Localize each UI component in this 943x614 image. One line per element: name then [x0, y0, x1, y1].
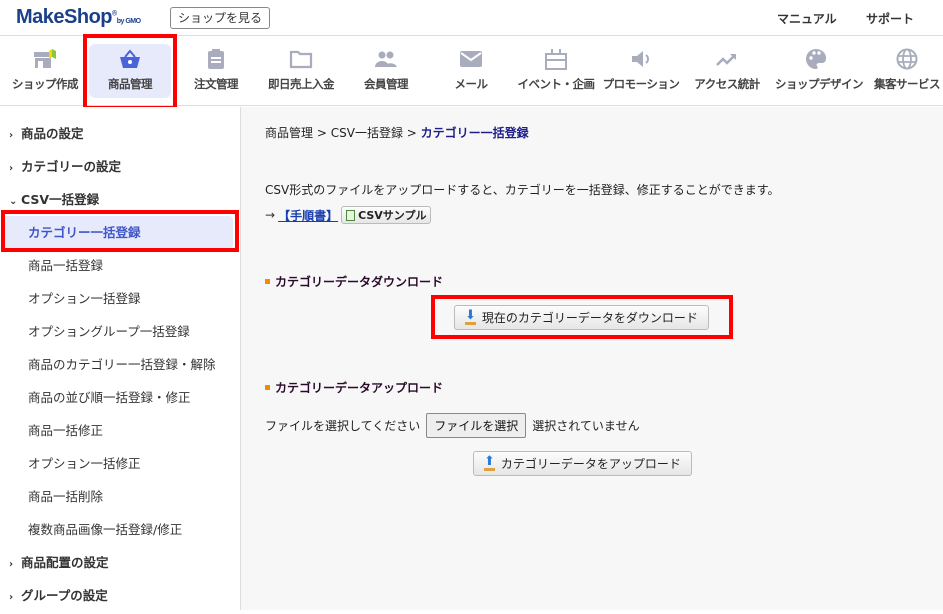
sidebar-item[interactable]: オプショングループ一括登録	[0, 315, 241, 348]
manual-link[interactable]: 【手順書】	[278, 207, 338, 224]
nav-item[interactable]: 集客サービス	[866, 44, 943, 98]
mail-icon	[430, 44, 512, 70]
csv-sample-label: CSVサンプル	[358, 209, 427, 222]
nav-item-label: メール	[454, 77, 489, 91]
sidebar-item[interactable]: › 商品配置の設定	[0, 546, 241, 579]
breadcrumb: 商品管理 > CSV一括登録 > カテゴリー一括登録	[265, 124, 529, 141]
makeshop-logo[interactable]: MakeShop®by GMO	[16, 6, 141, 29]
nav-item[interactable]: 会員管理	[345, 44, 427, 98]
bullet-icon	[265, 385, 270, 390]
sidebar-item[interactable]: 商品一括登録	[0, 249, 241, 282]
folder-icon	[260, 44, 342, 70]
nav-item[interactable]: プロモーション	[600, 44, 682, 98]
file-select-button[interactable]: ファイルを選択	[426, 413, 527, 438]
sidebar-item-label: 商品一括修正	[28, 423, 104, 438]
sidebar-item-label: 商品の並び順一括登録・修正	[28, 390, 191, 405]
sidebar-item-label: 商品一括削除	[28, 489, 104, 504]
view-shop-button[interactable]: ショップを見る	[170, 7, 271, 29]
sidebar-item-label: カテゴリーの設定	[21, 159, 122, 174]
sidebar-item[interactable]: 商品一括修正	[0, 414, 241, 447]
speaker-icon	[600, 44, 682, 70]
chevron-right-icon: ›	[9, 592, 14, 603]
clipboard-icon	[175, 44, 257, 70]
upload-section-title: カテゴリーデータアップロード	[265, 379, 443, 396]
sidebar-item-label: 複数商品画像一括登録/修正	[28, 522, 183, 537]
main-content: 商品管理 > CSV一括登録 > カテゴリー一括登録 CSV形式のファイルをアッ…	[241, 107, 943, 610]
upload-icon: ⬆	[484, 454, 495, 471]
nav-item[interactable]: メール	[430, 44, 512, 98]
nav-item-label: 即日売上入金	[268, 77, 335, 91]
file-status: 選択されていません	[532, 419, 640, 433]
nav-item-label: プロモーション	[602, 77, 680, 91]
gift-icon	[515, 44, 597, 70]
sidebar-item[interactable]: オプション一括登録	[0, 282, 241, 315]
nav-item-label: ショップ作成	[12, 77, 79, 91]
breadcrumb-sep: >	[406, 126, 417, 140]
bullet-icon	[265, 279, 270, 284]
download-section-title: カテゴリーデータダウンロード	[265, 273, 443, 290]
sidebar-item[interactable]: オプション一括修正	[0, 447, 241, 480]
nav-item-label: 集客サービス	[874, 77, 941, 91]
chevron-right-icon: ›	[9, 163, 14, 174]
nav-item[interactable]: 即日売上入金	[260, 44, 342, 98]
sidebar-item[interactable]: 商品一括削除	[0, 480, 241, 513]
sidebar-item[interactable]: 商品の並び順一括登録・修正	[0, 381, 241, 414]
globe-icon	[866, 44, 943, 70]
sidebar-item-label: 商品の設定	[21, 126, 84, 141]
manual-link[interactable]: マニュアル	[777, 10, 837, 27]
trend-icon	[686, 44, 768, 70]
sidebar-item[interactable]: 複数商品画像一括登録/修正	[0, 513, 241, 546]
upload-button-label: カテゴリーデータをアップロード	[500, 457, 681, 471]
sidebar-item-label: オプション一括登録	[28, 291, 141, 306]
breadcrumb-current: カテゴリー一括登録	[420, 126, 529, 140]
nav-item[interactable]: ショップデザイン	[775, 44, 864, 98]
breadcrumb-item[interactable]: CSV一括登録	[331, 126, 403, 140]
sidebar-item[interactable]: 商品のカテゴリー一括登録・解除	[0, 348, 241, 381]
sidebar-item-label: オプショングループ一括登録	[28, 324, 190, 339]
nav-item[interactable]: アクセス統計	[686, 44, 768, 98]
csv-sample-button[interactable]: CSVサンプル	[341, 206, 432, 224]
people-icon	[345, 44, 427, 70]
sidebar-item-label: オプション一括修正	[28, 456, 141, 471]
sidebar-item-label: 商品のカテゴリー一括登録・解除	[28, 357, 216, 372]
upload-button[interactable]: ⬆ カテゴリーデータをアップロード	[473, 451, 692, 476]
support-link[interactable]: サポート	[866, 10, 914, 27]
nav-item-label: 会員管理	[364, 77, 409, 91]
breadcrumb-item[interactable]: 商品管理	[265, 126, 313, 140]
highlight-box	[1, 210, 239, 252]
spreadsheet-icon	[346, 209, 356, 221]
nav-item-label: ショップデザイン	[775, 77, 864, 91]
store-icon	[4, 44, 86, 70]
sidebar: › 商品の設定 › カテゴリーの設定 ⌄ CSV一括登録 カテゴリー一括登録 商品一括登録 オプ…	[0, 107, 241, 610]
palette-icon	[775, 44, 857, 70]
nav-item[interactable]: ショップ作成	[4, 44, 86, 98]
description: CSV形式のファイルをアップロードすると、カテゴリーを一括登録、修正することがで…	[265, 183, 780, 197]
sidebar-item-label: 商品一括登録	[28, 258, 104, 273]
highlight-box	[83, 34, 177, 110]
chevron-right-icon: ›	[9, 559, 14, 570]
chevron-right-icon: ›	[9, 130, 14, 141]
sidebar-item-label: 商品配置の設定	[21, 555, 109, 570]
breadcrumb-sep: >	[316, 126, 327, 140]
sidebar-item[interactable]: › カテゴリーの設定	[0, 150, 241, 183]
sidebar-item-label: グループの設定	[21, 588, 108, 603]
highlight-box	[431, 295, 733, 339]
sidebar-item-label: CSV一括登録	[21, 192, 100, 207]
file-prompt: ファイルを選択してください	[265, 419, 421, 433]
sidebar-item[interactable]: › グループの設定	[0, 579, 241, 612]
arrow: →	[265, 208, 276, 222]
top-header: MakeShop®by GMO ショップを見る マニュアル サポート	[0, 0, 943, 36]
nav-item-label: アクセス統計	[694, 77, 760, 91]
sidebar-item[interactable]: › 商品の設定	[0, 117, 241, 150]
nav-item[interactable]: イベント・企画	[515, 44, 597, 98]
nav-item-label: 注文管理	[194, 77, 239, 91]
nav-item-label: イベント・企画	[517, 77, 596, 91]
nav-item[interactable]: 注文管理	[175, 44, 257, 98]
